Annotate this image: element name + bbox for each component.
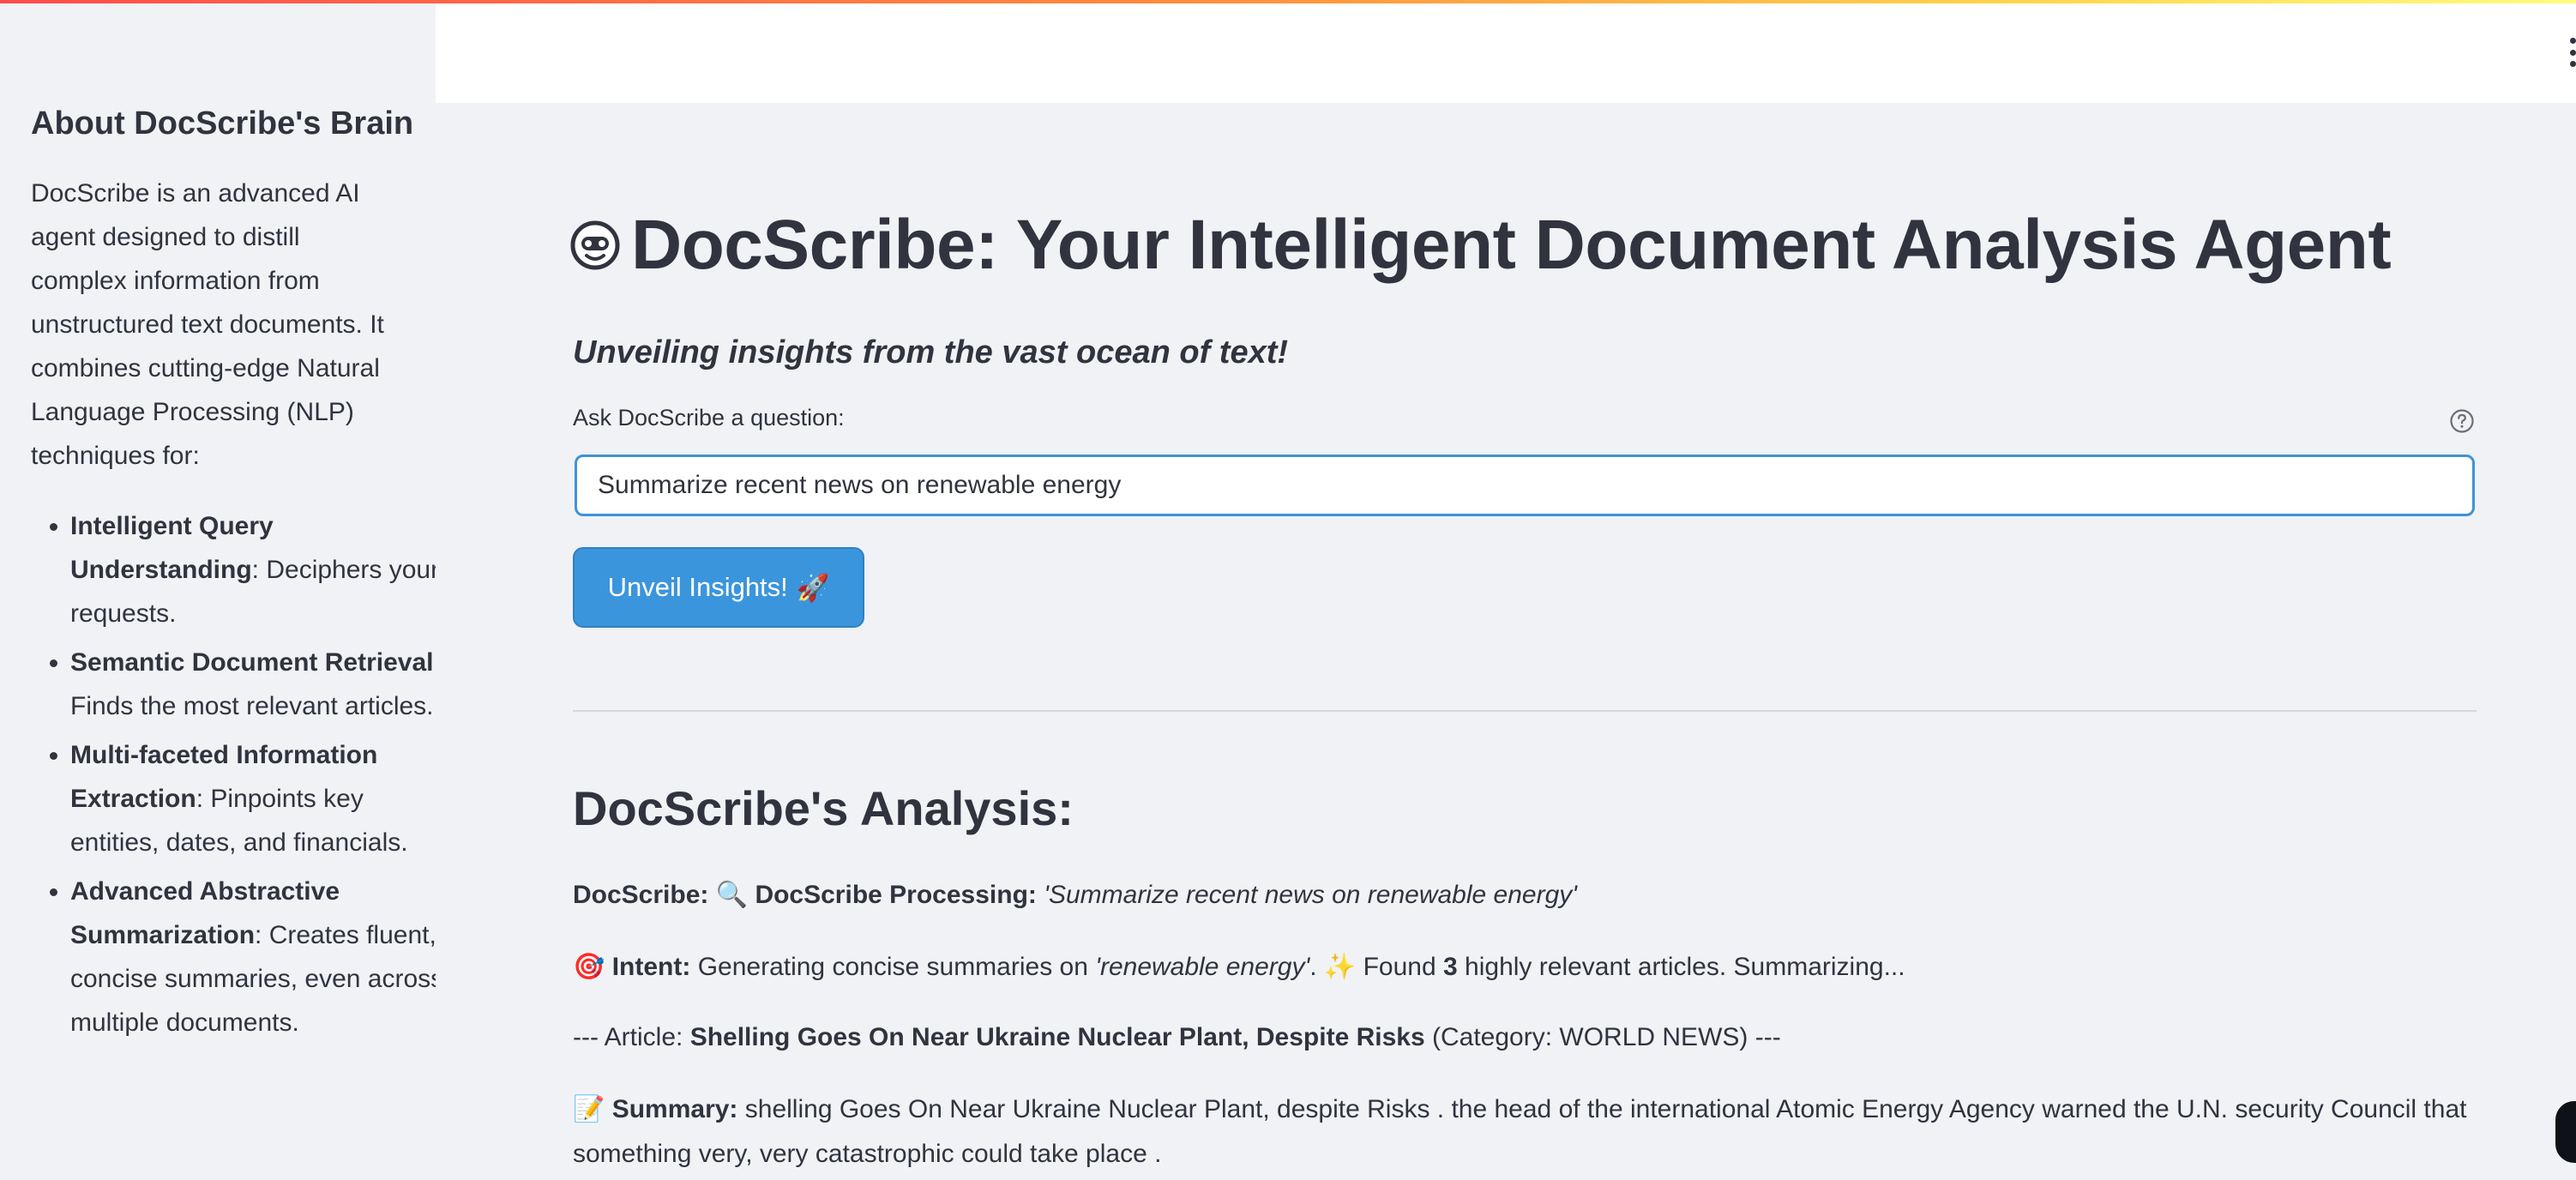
page-title: DocScribe: Your Intelligent Document Ana…	[631, 206, 2392, 284]
side-toggle[interactable]	[2555, 1101, 2576, 1163]
main-content: DocScribe: Your Intelligent Document Ana…	[436, 103, 2576, 1180]
summary-label: Summary:	[611, 1095, 738, 1123]
intent-period: .	[1309, 953, 1317, 981]
found-text-rest: highly relevant articles. Summarizing...	[1465, 953, 1905, 981]
intent-text: Generating concise summaries on	[697, 953, 1088, 981]
sidebar-intro: DocScribe is an advanced AI agent design…	[31, 179, 384, 470]
processing-line: DocScribe: 🔍 DocScribe Processing: 'Summ…	[573, 873, 2477, 918]
article-category: (Category: WORLD NEWS) ---	[1432, 1023, 1781, 1051]
sidebar: About DocScribe's Brain DocScribe is an …	[0, 0, 436, 1180]
sidebar-feature-list: Intelligent Query Understanding: Deciphe…	[31, 504, 436, 1050]
intent-line: 🎯 Intent: Generating concise summaries o…	[573, 945, 2477, 990]
app-header	[436, 0, 2576, 103]
top-accent-bar	[0, 0, 2576, 3]
found-text: Found	[1363, 953, 1436, 981]
docscribe-prefix: DocScribe:	[573, 881, 709, 909]
article-title: Shelling Goes On Near Ukraine Nuclear Pl…	[689, 1023, 1425, 1051]
robot-face-icon	[570, 220, 620, 270]
kebab-menu-icon[interactable]	[2569, 38, 2576, 67]
page-subtitle: Unveiling insights from the vast ocean o…	[573, 334, 1289, 370]
rocket-icon: 🚀	[796, 572, 830, 604]
summary-line: 📝 Summary: shelling Goes On Near Ukraine…	[573, 1087, 2477, 1177]
memo-icon: 📝	[573, 1094, 605, 1124]
article-count: 3	[1443, 953, 1458, 981]
unveil-insights-button[interactable]: Unveil Insights! 🚀	[573, 547, 864, 628]
sidebar-feature-item: Semantic Document Retrieval: Finds the m…	[70, 641, 436, 728]
intent-topic: 'renewable energy'	[1095, 953, 1310, 981]
article-line: --- Article: Shelling Goes On Near Ukrai…	[573, 1015, 2477, 1060]
analysis-heading: DocScribe's Analysis:	[573, 781, 1074, 835]
sidebar-feature-item: Multi-faceted Information Extraction: Pi…	[70, 733, 436, 864]
magnifier-icon: 🔍	[715, 880, 749, 910]
summary-text: shelling Goes On Near Ukraine Nuclear Pl…	[573, 1095, 2467, 1168]
sidebar-title: About DocScribe's Brain	[31, 105, 414, 141]
feature-name: Intelligent Query Understanding	[70, 512, 274, 584]
title-row: DocScribe: Your Intelligent Document Ana…	[569, 197, 2392, 293]
target-icon: 🎯	[573, 952, 605, 982]
question-input[interactable]	[575, 455, 2475, 516]
intent-label: Intent:	[611, 953, 691, 981]
sidebar-feature-item: Advanced Abstractive Summarization: Crea…	[70, 870, 436, 1045]
section-divider	[573, 710, 2477, 712]
article-prefix: --- Article:	[573, 1023, 683, 1051]
question-label: Ask DocScribe a question:	[573, 405, 845, 430]
sparkles-icon: ✨	[1323, 952, 1357, 982]
processing-query: 'Summarize recent news on renewable ener…	[1044, 881, 1578, 909]
processing-label: DocScribe Processing:	[755, 881, 1037, 909]
feature-name: Semantic Document Retrieval	[70, 648, 434, 677]
question-circle-icon[interactable]	[2449, 408, 2475, 434]
sidebar-feature-item: Intelligent Query Understanding: Deciphe…	[70, 504, 436, 635]
unveil-insights-label: Unveil Insights!	[607, 572, 788, 602]
